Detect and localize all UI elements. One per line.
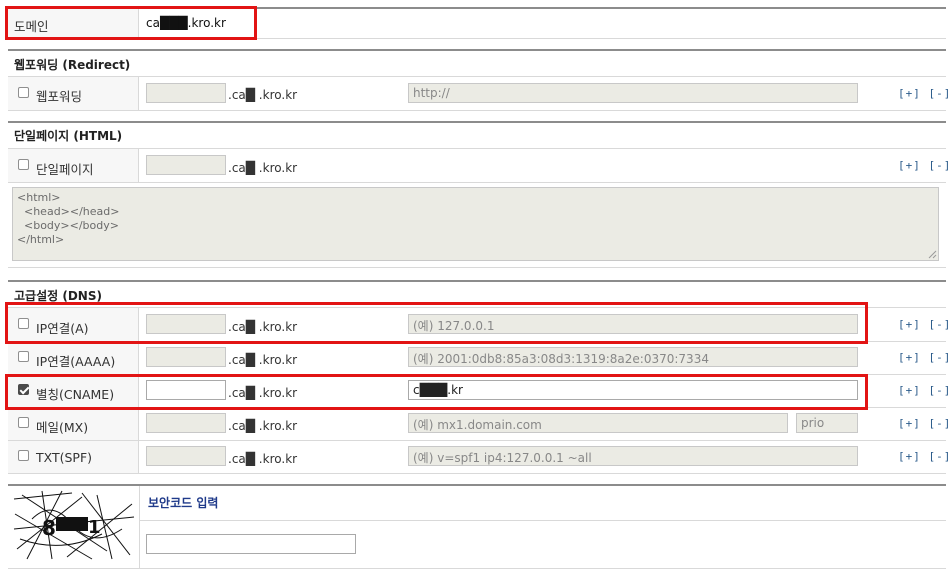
security-code-input[interactable] bbox=[146, 534, 356, 554]
singlepage-checkbox[interactable] bbox=[18, 159, 29, 170]
spf-add-remove[interactable]: [+] [-] bbox=[898, 450, 951, 463]
domain-highlight-box bbox=[5, 6, 257, 40]
ip-aaaa-add-button[interactable]: [+] bbox=[898, 351, 921, 364]
mx-subdomain-input[interactable] bbox=[146, 413, 226, 433]
webforward-remove-button[interactable]: [-] bbox=[929, 87, 952, 100]
svg-text:8: 8 bbox=[42, 516, 56, 540]
spf-value-input[interactable]: (예) v=spf1 ip4:127.0.0.1 ~all bbox=[408, 446, 858, 466]
ip-aaaa-value-input[interactable]: (예) 2001:0db8:85a3:08d3:1319:8a2e:0370:7… bbox=[408, 347, 858, 367]
mx-checkbox[interactable] bbox=[18, 417, 29, 428]
ip-aaaa-label: IP연결(AAAA) bbox=[36, 354, 116, 369]
spf-subdomain-input[interactable] bbox=[146, 446, 226, 466]
resize-grip-icon[interactable] bbox=[928, 250, 937, 259]
cname-add-button[interactable]: [+] bbox=[898, 384, 921, 397]
webforward-url-input[interactable]: http:// bbox=[408, 83, 858, 103]
ip-a-add-remove[interactable]: [+] [-] bbox=[898, 318, 951, 331]
html-section-title: 단일페이지 (HTML) bbox=[14, 129, 123, 143]
webforward-add-button[interactable]: [+] bbox=[898, 87, 921, 100]
ip-a-add-button[interactable]: [+] bbox=[898, 318, 921, 331]
ip-a-highlight-box bbox=[5, 302, 868, 344]
spf-add-button[interactable]: [+] bbox=[898, 450, 921, 463]
ip-aaaa-remove-button[interactable]: [-] bbox=[929, 351, 952, 364]
spf-remove-button[interactable]: [-] bbox=[929, 450, 952, 463]
singlepage-label: 단일페이지 bbox=[36, 162, 94, 177]
spf-checkbox[interactable] bbox=[18, 450, 29, 461]
redirect-section-title: 웹포워딩 (Redirect) bbox=[14, 58, 131, 72]
ip-a-remove-button[interactable]: [-] bbox=[929, 318, 952, 331]
svg-text:1: 1 bbox=[88, 517, 101, 538]
mx-value-input[interactable]: (예) mx1.domain.com bbox=[408, 413, 788, 433]
webforward-checkbox[interactable] bbox=[18, 87, 29, 98]
security-code-title: 보안코드 입력 bbox=[148, 496, 219, 510]
webforward-add-remove[interactable]: [+] [-] bbox=[898, 87, 951, 100]
spf-domain-suffix: .ca█ .kro.kr bbox=[228, 452, 298, 466]
singlepage-remove-button[interactable]: [-] bbox=[929, 159, 952, 172]
cname-remove-button[interactable]: [-] bbox=[929, 384, 952, 397]
mx-add-button[interactable]: [+] bbox=[898, 417, 921, 430]
spf-label: TXT(SPF) bbox=[36, 450, 93, 465]
captcha-image: 8 1 bbox=[12, 489, 136, 561]
webforward-label: 웹포워딩 bbox=[36, 89, 83, 104]
singlepage-domain-suffix: .ca█ .kro.kr bbox=[228, 161, 298, 175]
html-content-textarea[interactable]: <html> <head></head> <body></body> </htm… bbox=[12, 187, 939, 261]
mx-domain-suffix: .ca█ .kro.kr bbox=[228, 419, 298, 433]
ip-aaaa-subdomain-input[interactable] bbox=[146, 347, 226, 367]
ip-aaaa-domain-suffix: .ca█ .kro.kr bbox=[228, 353, 298, 367]
singlepage-add-remove[interactable]: [+] [-] bbox=[898, 159, 951, 172]
mx-label: 메일(MX) bbox=[36, 420, 89, 435]
mx-remove-button[interactable]: [-] bbox=[929, 417, 952, 430]
mx-add-remove[interactable]: [+] [-] bbox=[898, 417, 951, 430]
cname-add-remove[interactable]: [+] [-] bbox=[898, 384, 951, 397]
ip-aaaa-add-remove[interactable]: [+] [-] bbox=[898, 351, 951, 364]
ip-aaaa-checkbox[interactable] bbox=[18, 351, 29, 362]
webforward-subdomain-input[interactable] bbox=[146, 83, 226, 103]
singlepage-subdomain-input[interactable] bbox=[146, 155, 226, 175]
webforward-domain-suffix: .ca█ .kro.kr bbox=[228, 88, 298, 102]
captcha-icon: 8 1 bbox=[13, 490, 135, 560]
mx-prio-input[interactable]: prio bbox=[796, 413, 858, 433]
singlepage-add-button[interactable]: [+] bbox=[898, 159, 921, 172]
cname-highlight-box bbox=[5, 374, 868, 410]
